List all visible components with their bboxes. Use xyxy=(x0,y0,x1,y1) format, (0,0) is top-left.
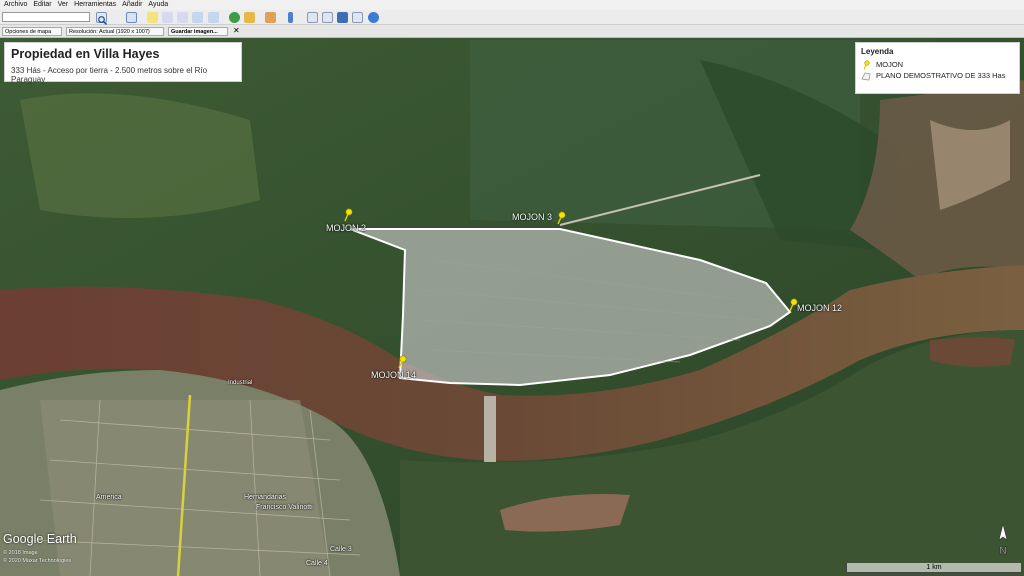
legend-item-label: MOJON xyxy=(876,60,904,69)
menu-archivo[interactable]: Archivo xyxy=(4,0,27,10)
overlay-icon[interactable] xyxy=(192,12,203,23)
mojon-14-pin-icon[interactable] xyxy=(396,355,408,369)
menu-anadir[interactable]: Añadir xyxy=(122,0,142,10)
menu-ayuda[interactable]: Ayuda xyxy=(148,0,168,10)
mojon-3-pin-icon[interactable] xyxy=(555,211,567,225)
menu-bar: Archivo Editar Ver Herramientas Añadir A… xyxy=(0,0,1024,10)
page-subtitle: 333 Hás - Acceso por tierra - 2.500 metr… xyxy=(11,66,208,84)
sidebar-toggle-icon[interactable] xyxy=(126,12,137,23)
map-label-calle-4: Calle 4 xyxy=(306,560,328,567)
legend-title: Leyenda xyxy=(861,47,894,56)
polygon-icon xyxy=(861,72,871,80)
placemark-icon[interactable] xyxy=(147,12,158,23)
print-icon[interactable] xyxy=(322,12,333,23)
resolution-dropdown[interactable]: Resolución: Actual (1920 x 1007) xyxy=(66,27,164,36)
pushpin-icon xyxy=(863,59,870,70)
path-icon[interactable] xyxy=(177,12,188,23)
legend-item-label: PLANO DEMOSTRATIVO DE 333 Has xyxy=(876,71,1006,80)
scale-label: 1 km xyxy=(926,564,942,571)
mojon-14-label[interactable]: MOJON 14 xyxy=(371,370,416,380)
copyright-line: © 2020 Maxar Technologies xyxy=(3,558,72,564)
title-overlay: Propiedad en Villa Hayes 333 Hás - Acces… xyxy=(4,42,242,84)
search-icon[interactable] xyxy=(96,12,107,25)
google-earth-logo: Google Earth xyxy=(3,532,77,546)
map-label-industrial: Industrial xyxy=(228,380,253,386)
polygon-icon[interactable] xyxy=(162,12,173,23)
menu-editar[interactable]: Editar xyxy=(33,0,51,10)
earth-icon[interactable] xyxy=(368,12,379,23)
sky-icon[interactable] xyxy=(265,12,276,23)
map-label-francisco-valinotti: Francisco Valinotti xyxy=(256,504,313,511)
copyright-line: © 2018 Image xyxy=(3,550,38,556)
scale-bar: 1 km xyxy=(846,563,1022,573)
north-label: N xyxy=(999,545,1007,557)
email-icon[interactable] xyxy=(307,12,318,23)
save-image-icon[interactable] xyxy=(337,12,348,23)
mojon-2-label[interactable]: MOJON 2 xyxy=(326,223,366,233)
historical-imagery-icon[interactable] xyxy=(229,12,240,23)
ruler-icon[interactable] xyxy=(288,12,293,23)
close-icon[interactable]: ✕ xyxy=(233,26,240,36)
maps-icon[interactable] xyxy=(352,12,363,23)
map-label-hernandarias: Hernandarias xyxy=(244,494,287,501)
menu-herramientas[interactable]: Herramientas xyxy=(74,0,116,10)
tour-icon[interactable] xyxy=(208,12,219,23)
save-image-button[interactable]: Guardar imagen... xyxy=(168,27,228,36)
sunlight-icon[interactable] xyxy=(244,12,255,23)
north-arrow-icon[interactable]: N xyxy=(992,522,1014,558)
copyright: © 2018 Image © 2020 Maxar Technologies xyxy=(3,549,71,565)
mojon-12-label[interactable]: MOJON 12 xyxy=(797,303,842,313)
legend: Leyenda MOJON PLANO DEMOSTRATIVO DE 333 … xyxy=(855,42,1020,94)
map-options-dropdown[interactable]: Opciones de mapa xyxy=(2,27,62,36)
map-label-calle-3: Calle 3 xyxy=(330,546,352,553)
toolbar xyxy=(0,10,1024,25)
page-title: Propiedad en Villa Hayes xyxy=(11,47,160,61)
mojon-3-label[interactable]: MOJON 3 xyxy=(512,212,552,222)
legend-item-plano: PLANO DEMOSTRATIVO DE 333 Has xyxy=(861,70,1014,81)
mojon-2-pin-icon[interactable] xyxy=(342,208,354,222)
legend-item-mojon: MOJON xyxy=(861,59,1014,70)
satellite-imagery xyxy=(0,38,1024,576)
map-view[interactable] xyxy=(0,38,1024,576)
menu-ver[interactable]: Ver xyxy=(58,0,69,10)
map-label-america: America xyxy=(96,494,122,501)
search-input[interactable] xyxy=(2,12,90,22)
image-options-bar: Opciones de mapa Resolución: Actual (192… xyxy=(0,25,1024,38)
